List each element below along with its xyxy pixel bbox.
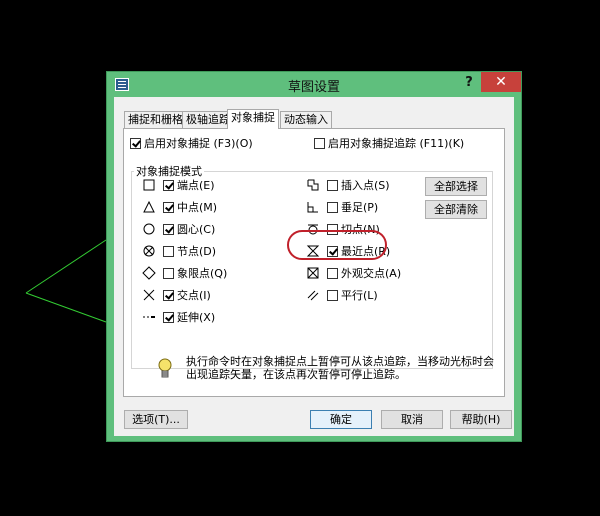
quadrant-icon (142, 266, 156, 280)
osnap-modes-title: 对象捕捉模式 (134, 165, 204, 178)
apparent-intersection-label: 外观交点(A) (341, 267, 402, 280)
apparent-intersection-checkbox[interactable] (327, 268, 338, 279)
extension-label: 延伸(X) (177, 311, 216, 324)
quadrant-label: 象限点(Q) (177, 267, 228, 280)
insertion-checkbox[interactable] (327, 180, 338, 191)
drawing-line-bottom (25, 292, 107, 323)
title-bar[interactable]: 草图设置 ? ✕ (107, 72, 521, 96)
ok-button[interactable]: 确定 (310, 410, 372, 429)
drafting-settings-window: 草图设置 ? ✕ 捕捉和栅格 极轴追踪 对象捕捉 动态输入 启用对象捕捉 (F3… (106, 71, 522, 442)
dialog-client: 捕捉和栅格 极轴追踪 对象捕捉 动态输入 启用对象捕捉 (F3)(O) 启用对象… (114, 97, 514, 436)
osnap-on-label: 启用对象捕捉 (F3)(O) (144, 137, 253, 150)
midpoint-label: 中点(M) (177, 201, 218, 214)
close-button[interactable]: ✕ (481, 72, 521, 92)
object-snap-page: 启用对象捕捉 (F3)(O) 启用对象捕捉追踪 (F11)(K) 对象捕捉模式 … (123, 128, 505, 397)
extension-icon (143, 316, 155, 318)
parallel-icon (307, 290, 319, 301)
center-label: 圆心(C) (177, 223, 216, 236)
intersection-icon (143, 289, 155, 301)
quadrant-checkbox[interactable] (163, 268, 174, 279)
tab-dynamic-input[interactable]: 动态输入 (280, 111, 332, 128)
node-checkbox[interactable] (163, 246, 174, 257)
extension-checkbox[interactable] (163, 312, 174, 323)
intersection-label: 交点(I) (177, 289, 211, 302)
midpoint-checkbox[interactable] (163, 202, 174, 213)
endpoint-icon (143, 179, 155, 191)
parallel-checkbox[interactable] (327, 290, 338, 301)
help-button[interactable]: 帮助(H) (450, 410, 512, 429)
perpendicular-icon (307, 202, 318, 213)
endpoint-checkbox[interactable] (163, 180, 174, 191)
help-title-button[interactable]: ? (459, 74, 479, 92)
select-all-button[interactable]: 全部选择 (425, 177, 487, 196)
insertion-icon (307, 179, 319, 191)
node-icon (143, 245, 155, 257)
apparent-intersection-icon (307, 267, 319, 279)
tracking-on-checkbox[interactable] (314, 138, 325, 149)
perpendicular-checkbox[interactable] (327, 202, 338, 213)
cancel-button[interactable]: 取消 (381, 410, 443, 429)
node-label: 节点(D) (177, 245, 217, 258)
intersection-checkbox[interactable] (163, 290, 174, 301)
osnap-on-checkbox[interactable] (130, 138, 141, 149)
highlight-circle (287, 230, 387, 260)
midpoint-icon (143, 200, 155, 213)
parallel-label: 平行(L) (341, 289, 378, 302)
info-text: 执行命令时在对象捕捉点上暂停可从该点追踪，当移动光标时会出现追踪矢量，在该点再次… (186, 355, 494, 381)
insertion-label: 插入点(S) (341, 179, 390, 192)
lightbulb-icon (158, 358, 172, 378)
tracking-on-label: 启用对象捕捉追踪 (F11)(K) (328, 137, 465, 150)
options-button[interactable]: 选项(T)... (124, 410, 188, 429)
endpoint-label: 端点(E) (177, 179, 215, 192)
clear-all-button[interactable]: 全部清除 (425, 200, 487, 219)
center-checkbox[interactable] (163, 224, 174, 235)
tab-object-snap[interactable]: 对象捕捉 (227, 109, 279, 129)
tab-snap-grid[interactable]: 捕捉和栅格 (124, 111, 187, 128)
center-icon (143, 223, 155, 235)
perpendicular-label: 垂足(P) (341, 201, 379, 214)
drawing-line-top (25, 239, 107, 294)
